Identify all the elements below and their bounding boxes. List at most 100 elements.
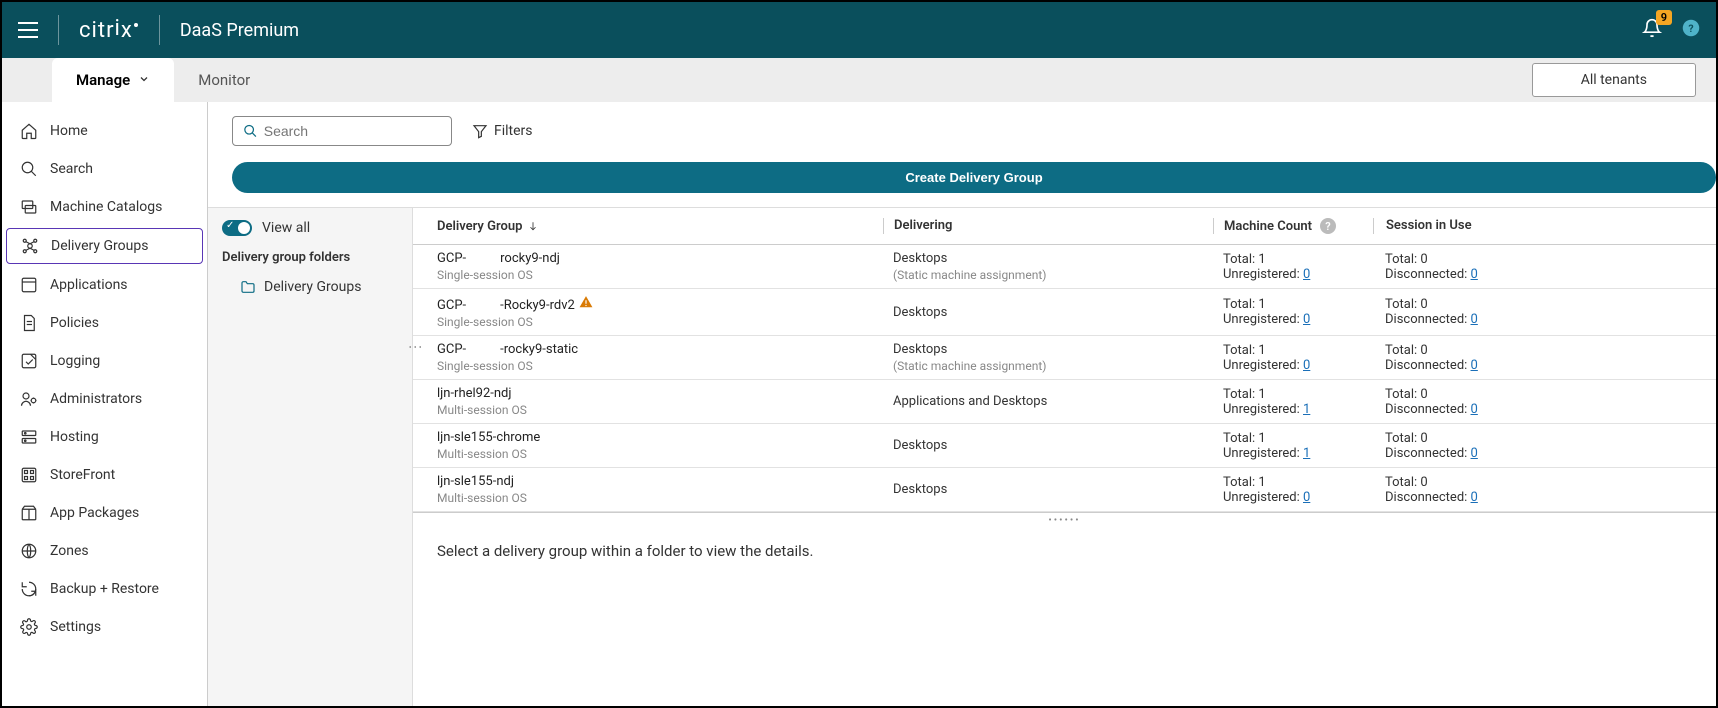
unregistered-link[interactable]: 0 [1303,267,1310,282]
sidebar-item-machine-catalogs[interactable]: Machine Catalogs [2,188,207,226]
table-row[interactable]: GCP--rocky9-staticSingle-session OSDeskt… [413,336,1716,380]
delivery-group-icon [21,237,39,255]
disconnected-link[interactable]: 0 [1471,267,1478,282]
tenants-dropdown[interactable]: All tenants [1532,63,1696,97]
svg-text:?: ? [1688,22,1693,35]
delivering-sub: (Static machine assignment) [893,268,1213,282]
tab-manage[interactable]: Manage [52,58,174,102]
divider [159,15,160,45]
col-header-session-in-use[interactable]: Session in Use [1373,218,1716,234]
tab-monitor[interactable]: Monitor [174,58,274,102]
session-total: Total: 0 [1385,431,1716,446]
sidebar-item-label: Logging [50,353,100,369]
sidebar-item-settings[interactable]: Settings [2,608,207,646]
detail-hint: Select a delivery group within a folder … [413,528,1716,574]
delivering-value: Desktops [893,305,1213,320]
os-type: Single-session OS [437,315,883,329]
machine-total: Total: 1 [1223,387,1373,402]
notifications-button[interactable]: 9 [1642,18,1662,42]
hamburger-icon[interactable] [18,22,38,38]
unregistered-link[interactable]: 0 [1303,490,1310,505]
folder-panel: View all Delivery group folders Delivery… [208,208,413,706]
storefront-icon [20,466,38,484]
content-area: View all Delivery group folders Delivery… [208,207,1716,706]
table-row[interactable]: GCP-rocky9-ndjSingle-session OSDesktops(… [413,245,1716,289]
unregistered-link[interactable]: 0 [1303,358,1310,373]
machine-total: Total: 1 [1223,297,1373,312]
col-header-machine-count[interactable]: Machine Count ? [1213,218,1373,234]
splitter-handle[interactable]: •••••• [413,512,1716,528]
sidebar-item-hosting[interactable]: Hosting [2,418,207,456]
table-row[interactable]: ljn-rhel92-ndjMulti-session OSApplicatio… [413,380,1716,424]
zones-icon [20,542,38,560]
machine-total: Total: 1 [1223,252,1373,267]
disconnected-link[interactable]: 0 [1471,446,1478,461]
folder-label: Delivery Groups [264,279,361,295]
applications-icon [20,276,38,294]
disconnected-link[interactable]: 0 [1471,490,1478,505]
os-type: Multi-session OS [437,491,883,505]
search-icon [243,123,258,139]
os-type: Single-session OS [437,268,883,282]
folder-item-delivery-groups[interactable]: Delivery Groups [222,275,398,299]
sort-down-icon [528,221,538,231]
table-row[interactable]: GCP--Rocky9-rdv2 Single-session OS Desktop… [413,289,1716,336]
machine-total: Total: 1 [1223,343,1373,358]
sidebar-item-app-packages[interactable]: App Packages [2,494,207,532]
col-header-delivering[interactable]: Delivering [883,218,1213,234]
citrix-logo: citrix [79,18,139,43]
disconnected-label: Disconnected: [1385,446,1471,461]
sidebar-item-administrators[interactable]: Administrators [2,380,207,418]
view-all-label: View all [262,220,310,236]
search-icon [20,160,38,178]
help-icon[interactable]: ? [1320,218,1336,234]
product-name: DaaS Premium [180,20,299,41]
sidebar-item-search[interactable]: Search [2,150,207,188]
unregistered-label: Unregistered: [1223,267,1303,282]
sidebar-item-logging[interactable]: Logging [2,342,207,380]
sidebar-item-home[interactable]: Home [2,112,207,150]
col-header-delivery-group[interactable]: Delivery Group [413,218,883,234]
os-type: Multi-session OS [437,403,883,417]
search-box[interactable] [232,116,452,146]
disconnected-link[interactable]: 0 [1471,358,1478,373]
table-row[interactable]: ljn-sle155-ndjMulti-session OSDesktopsTo… [413,468,1716,512]
table-row[interactable]: ljn-sle155-chromeMulti-session OSDesktop… [413,424,1716,468]
delivery-group-name: GCP--rocky9-static [437,342,883,357]
search-input[interactable] [258,121,441,141]
redacted-text [466,253,500,265]
table-panel: ⋮ Delivery Group Delivering Machine Coun… [413,208,1716,706]
delivery-group-name: GCP--Rocky9-rdv2 [437,295,883,313]
os-type: Multi-session OS [437,447,883,461]
warning-icon [579,298,593,313]
sidebar-item-policies[interactable]: Policies [2,304,207,342]
filters-button[interactable]: Filters [472,123,533,139]
package-icon [20,504,38,522]
sidebar-item-label: StoreFront [50,467,115,483]
drag-handle-icon[interactable]: ⋮ [407,340,423,352]
unregistered-link[interactable]: 0 [1303,312,1310,327]
sidebar-item-zones[interactable]: Zones [2,532,207,570]
create-delivery-group-button[interactable]: Create Delivery Group [232,162,1716,193]
disconnected-link[interactable]: 0 [1471,312,1478,327]
sidebar-item-storefront[interactable]: StoreFront [2,456,207,494]
sidebar-item-applications[interactable]: Applications [2,266,207,304]
sidebar-item-backup-restore[interactable]: Backup + Restore [2,570,207,608]
hosting-icon [20,428,38,446]
unregistered-link[interactable]: 1 [1303,402,1310,417]
policies-icon [20,314,38,332]
sidebar-item-delivery-groups[interactable]: Delivery Groups [6,228,203,264]
view-all-toggle[interactable] [222,220,252,236]
disconnected-label: Disconnected: [1385,402,1471,417]
disconnected-link[interactable]: 0 [1471,402,1478,417]
redacted-text [466,300,500,312]
unregistered-link[interactable]: 1 [1303,446,1310,461]
table-header: Delivery Group Delivering Machine Count … [413,208,1716,245]
delivering-sub: (Static machine assignment) [893,359,1213,373]
unregistered-label: Unregistered: [1223,490,1303,505]
sidebar-item-label: Policies [50,315,99,331]
delivering-value: Applications and Desktops [893,394,1213,409]
session-total: Total: 0 [1385,297,1716,312]
help-button[interactable]: ? [1682,19,1700,41]
help-icon: ? [1682,19,1700,37]
